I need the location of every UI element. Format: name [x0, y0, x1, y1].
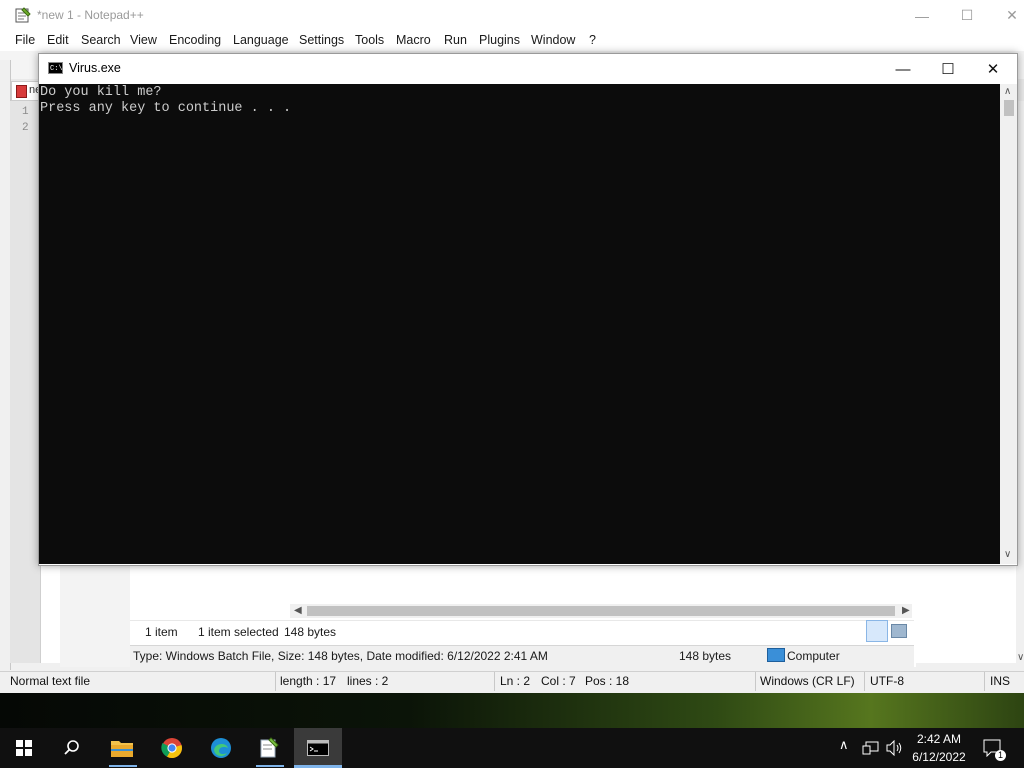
explorer-scrollbar-thumb[interactable] — [307, 606, 895, 616]
menu-encoding[interactable]: Encoding — [169, 33, 221, 47]
active-indicator — [109, 765, 137, 767]
status-file-type: Normal text file — [10, 674, 91, 688]
location-label: Computer — [787, 649, 840, 663]
edge-icon — [211, 738, 231, 758]
search-icon — [64, 740, 79, 755]
status-divider — [755, 672, 756, 691]
search-button[interactable] — [48, 728, 96, 768]
menu-edit[interactable]: Edit — [47, 33, 69, 47]
notepad-minimize-button[interactable]: — — [899, 0, 945, 31]
chrome-icon — [161, 738, 182, 759]
console-output[interactable]: Do you kill me? Press any key to continu… — [39, 84, 1000, 564]
details-view-icon[interactable] — [866, 620, 888, 642]
status-length: length : 17 — [280, 674, 337, 688]
selected-size: 148 bytes — [284, 625, 337, 639]
explorer-navigation-pane — [60, 563, 130, 667]
console-app-icon: C:\ — [48, 62, 63, 74]
taskbar-chrome[interactable] — [148, 728, 196, 768]
status-divider — [494, 672, 495, 691]
console-line: Do you kill me? — [40, 85, 162, 100]
active-indicator — [256, 765, 284, 767]
clock-date[interactable]: 6/12/2022 — [907, 750, 971, 764]
start-button[interactable] — [0, 728, 48, 768]
console-scrollbar-thumb[interactable] — [1004, 100, 1014, 116]
menu-search[interactable]: Search — [81, 33, 121, 47]
taskbar-console[interactable] — [294, 728, 342, 768]
console-close-button[interactable]: ✕ — [970, 54, 1016, 84]
notepad-app-icon — [15, 7, 31, 23]
menu-settings[interactable]: Settings — [299, 33, 344, 47]
computer-icon — [767, 648, 785, 662]
line-number: 1 — [22, 106, 29, 118]
unsaved-file-icon — [16, 85, 27, 98]
item-count: 1 item — [145, 625, 178, 639]
console-titlebar[interactable] — [39, 54, 1017, 84]
console-window: C:\ Virus.exe — ☐ ✕ Do you kill me? Pres… — [38, 53, 1018, 566]
scroll-right-arrow-icon[interactable]: ▶ — [902, 605, 910, 616]
console-maximize-button[interactable]: ☐ — [925, 54, 971, 84]
line-number-gutter — [10, 101, 41, 663]
scroll-down-arrow-icon[interactable]: ∨ — [1004, 549, 1011, 560]
notepad-titlebar[interactable] — [0, 0, 1024, 31]
details-size: 148 bytes — [679, 649, 732, 663]
taskbar-edge[interactable] — [197, 728, 245, 768]
menu-run[interactable]: Run — [444, 33, 467, 47]
file-details: Type: Windows Batch File, Size: 148 byte… — [133, 649, 548, 663]
menu-macro[interactable]: Macro — [396, 33, 431, 47]
volume-icon[interactable] — [886, 740, 904, 756]
taskbar-file-explorer[interactable] — [98, 728, 146, 768]
scroll-up-arrow-icon[interactable]: ∧ — [1004, 86, 1011, 97]
console-minimize-button[interactable]: — — [880, 54, 926, 84]
terminal-icon — [307, 740, 329, 756]
menu-plugins[interactable]: Plugins — [479, 33, 520, 47]
notepad-title: *new 1 - Notepad++ — [37, 8, 144, 22]
notepad-maximize-button[interactable]: ☐ — [944, 0, 990, 31]
folder-icon — [111, 741, 133, 757]
large-icons-view-icon[interactable] — [891, 624, 907, 638]
status-eol: Windows (CR LF) — [760, 674, 855, 688]
status-encoding: UTF-8 — [870, 674, 904, 688]
console-vertical-scrollbar[interactable]: ∧ ∨ — [1000, 84, 1017, 564]
status-divider — [984, 672, 985, 691]
status-insert-mode: INS — [990, 674, 1011, 688]
menu-file[interactable]: File — [15, 33, 35, 47]
windows-logo-icon — [16, 740, 32, 756]
network-icon[interactable] — [862, 740, 880, 756]
menu-help[interactable]: ? — [589, 33, 596, 47]
console-title: Virus.exe — [69, 61, 121, 75]
notepad-close-button[interactable]: ✕ — [989, 0, 1024, 31]
menu-view[interactable]: View — [130, 33, 157, 47]
console-line: Press any key to continue . . . — [40, 101, 292, 116]
status-pos: Pos : 18 — [585, 674, 630, 688]
status-ln: Ln : 2 — [500, 674, 531, 688]
scroll-left-arrow-icon[interactable]: ◀ — [294, 605, 302, 616]
notepad-plus-plus-icon — [260, 737, 279, 758]
status-divider — [275, 672, 276, 691]
desktop-wallpaper — [0, 690, 1024, 728]
show-hidden-icons-icon[interactable]: ∧ — [839, 737, 849, 753]
line-number: 2 — [22, 122, 29, 134]
clock-time[interactable]: 2:42 AM — [911, 732, 967, 746]
menu-language[interactable]: Language — [233, 33, 289, 47]
status-lines: lines : 2 — [347, 674, 389, 688]
status-divider — [864, 672, 865, 691]
notification-badge: 1 — [995, 750, 1006, 761]
status-col: Col : 7 — [541, 674, 576, 688]
scroll-down-arrow-icon[interactable]: ∨ — [1017, 652, 1024, 663]
menu-tools[interactable]: Tools — [355, 33, 384, 47]
menu-window[interactable]: Window — [531, 33, 575, 47]
taskbar-notepad-plus-plus[interactable] — [245, 728, 293, 768]
selected-count: 1 item selected — [198, 625, 279, 639]
